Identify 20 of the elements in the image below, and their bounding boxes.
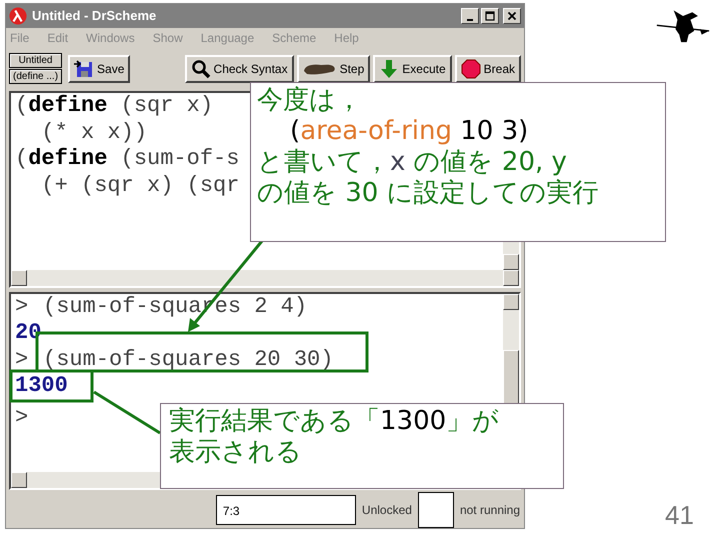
code-line: (* x x)) bbox=[40, 120, 148, 146]
prompt-symbol: > bbox=[15, 298, 30, 316]
callout-text: の値を 30 に設定しての実行 bbox=[257, 178, 600, 209]
input-line: (sum-of-squares 20 30) bbox=[43, 350, 334, 369]
prompt-symbol: > bbox=[15, 408, 30, 427]
code-line: (define (sum-of-s bbox=[15, 146, 240, 173]
callout-text: 表示される bbox=[169, 437, 303, 468]
callout-text: (area-of-ring 10 3) bbox=[289, 116, 530, 147]
window-title: Untitled - DrScheme bbox=[32, 8, 158, 24]
callout-text: 実行結果である「1300」が bbox=[169, 406, 500, 437]
running-status: not running bbox=[460, 503, 520, 517]
code-line: (define (sqr x) bbox=[15, 93, 214, 120]
callout-text: 今度は， bbox=[257, 85, 363, 116]
result-line: 1300 bbox=[15, 377, 68, 396]
lock-status: Unlocked bbox=[362, 503, 412, 517]
code-line: (+ (sqr x) (sqr bbox=[40, 172, 240, 200]
page-number: 41 bbox=[665, 500, 694, 531]
position-field: 7:3 bbox=[216, 495, 356, 525]
callout-text: と書いて，x の値を 20, y bbox=[257, 147, 568, 178]
prompt-symbol: > bbox=[15, 350, 30, 369]
